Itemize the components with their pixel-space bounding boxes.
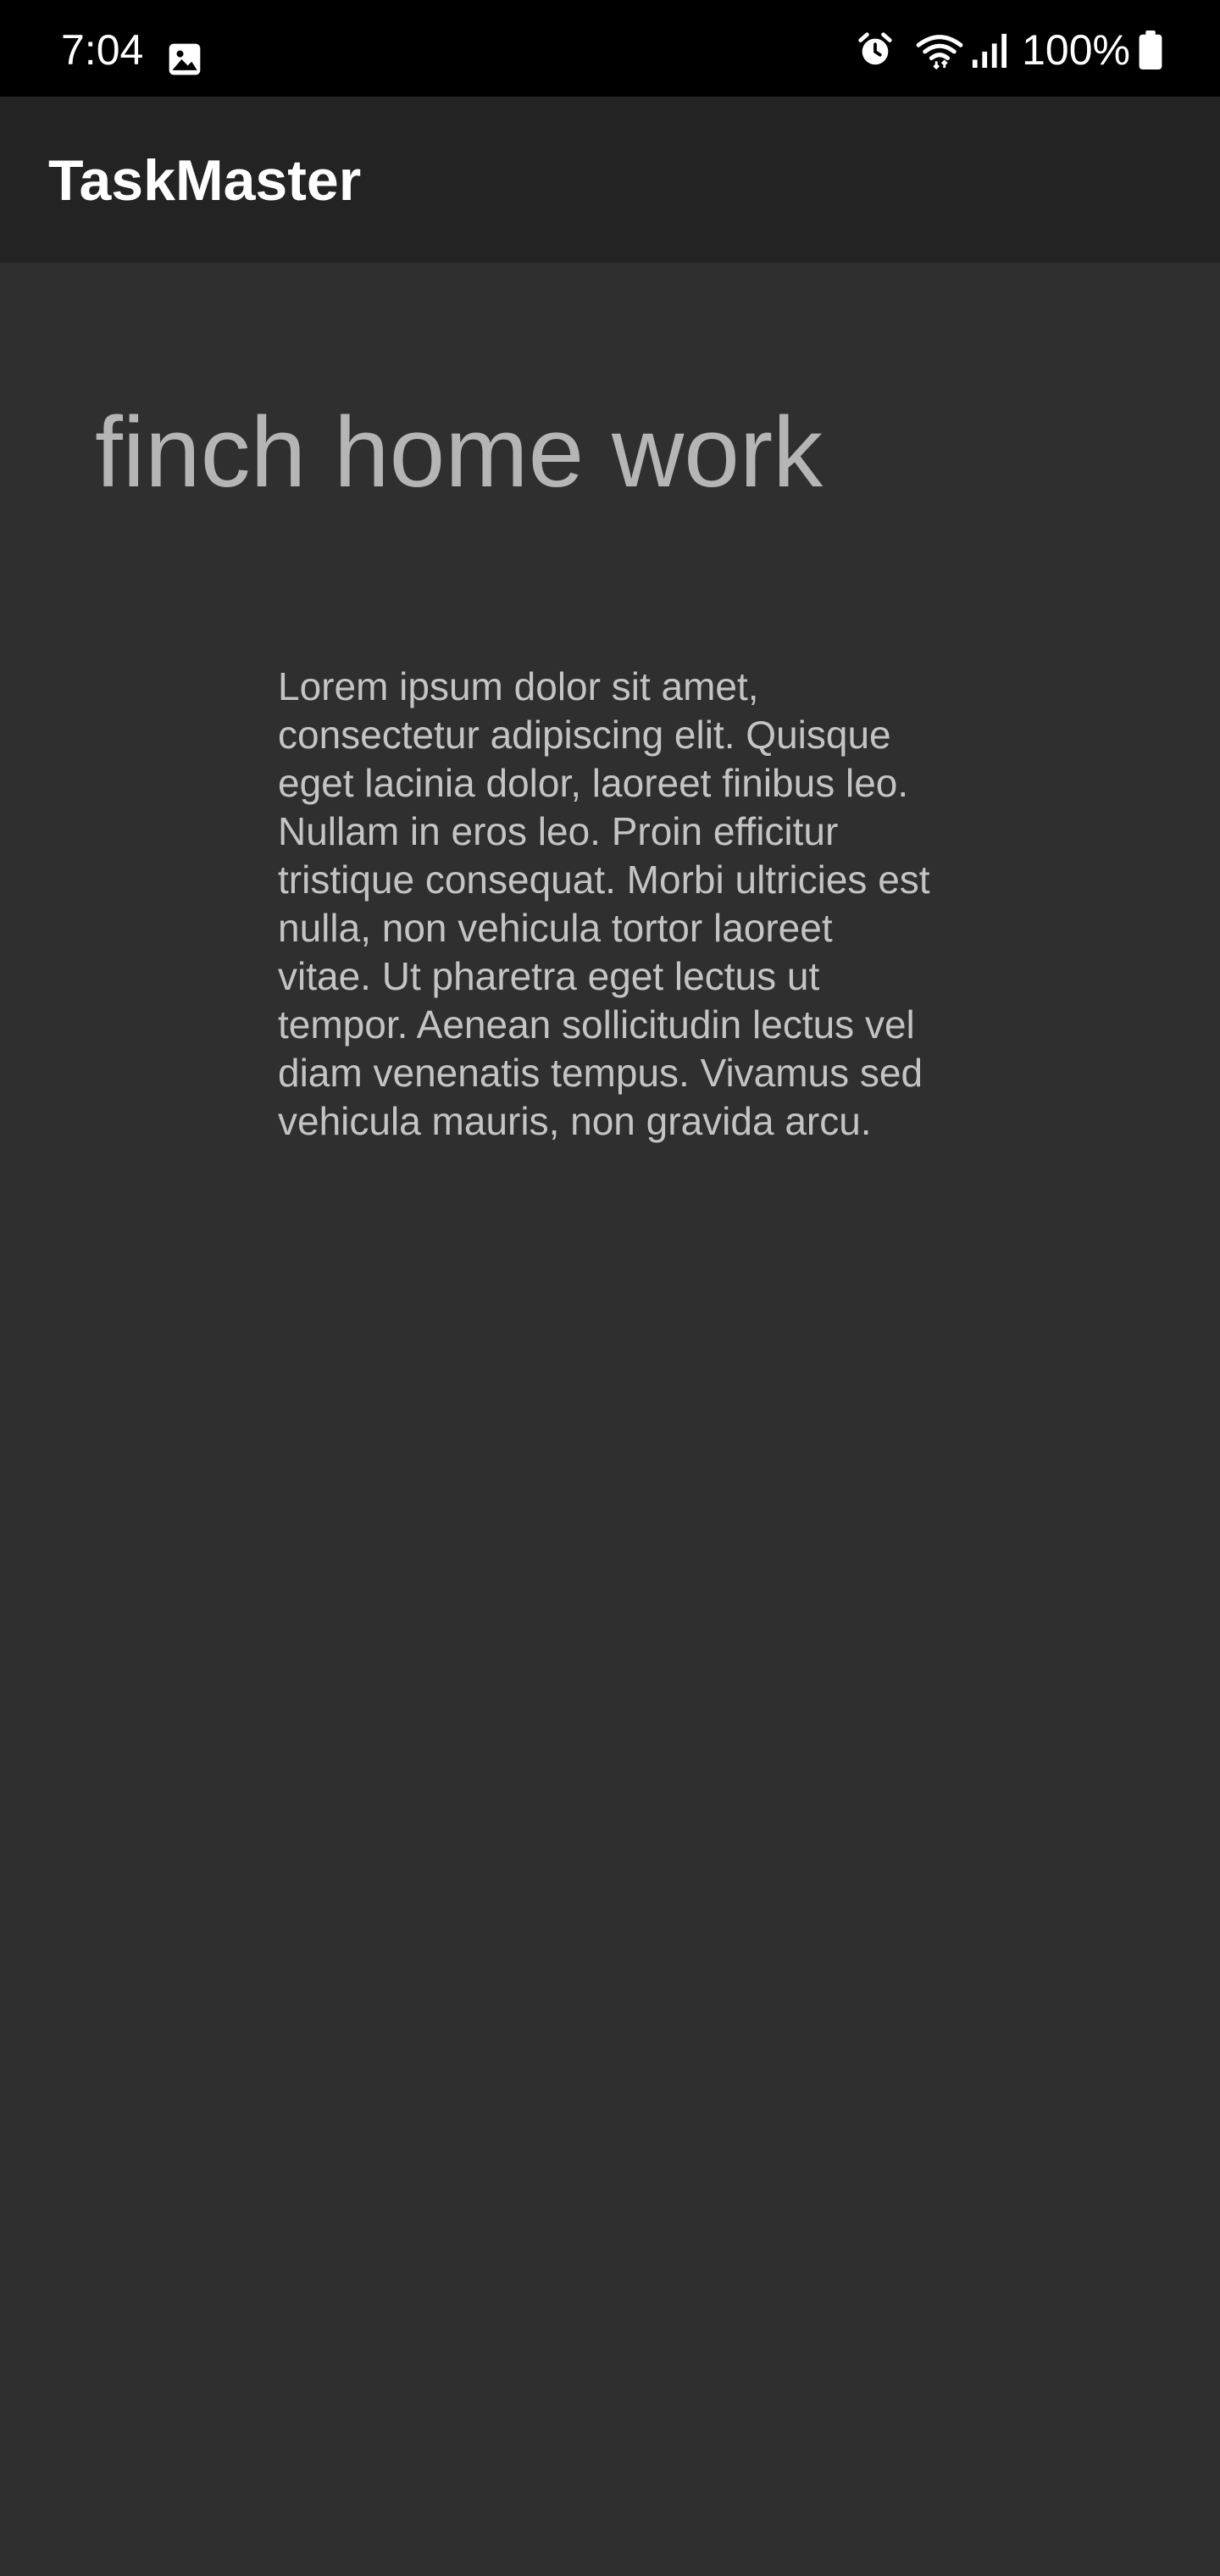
- task-title: finch home work: [95, 397, 824, 508]
- status-time: 7:04: [61, 26, 144, 74]
- status-bar: 7:04 100%: [0, 0, 1220, 97]
- battery-icon: [1139, 31, 1162, 69]
- task-detail: finch home work Lorem ipsum dolor sit am…: [0, 263, 1220, 2576]
- battery-percent: 100%: [1022, 26, 1130, 74]
- gallery-icon: [169, 43, 201, 75]
- wifi-icon: [916, 35, 963, 69]
- status-icons: 100%: [856, 29, 1162, 71]
- signal-icon: [973, 33, 1007, 68]
- app-bar: TaskMaster: [0, 97, 1220, 263]
- task-description: Lorem ipsum dolor sit amet, consectetur …: [278, 664, 930, 1143]
- alarm-icon: [858, 32, 892, 65]
- app-title: TaskMaster: [48, 148, 362, 213]
